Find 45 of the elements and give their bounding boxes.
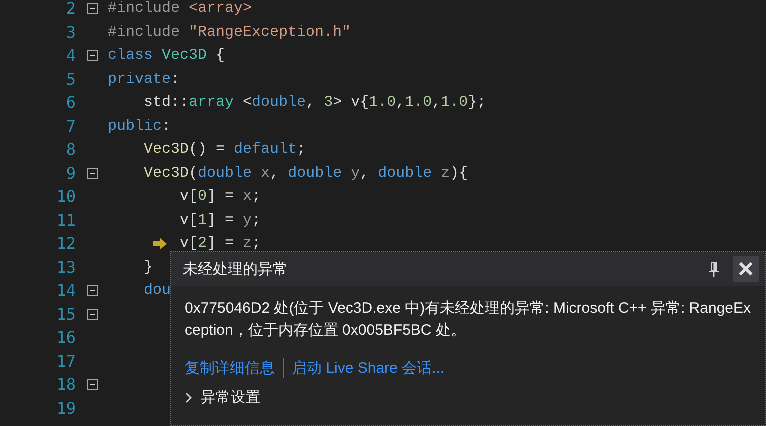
line-number: 13 xyxy=(56,258,76,277)
line-number: 9 xyxy=(65,164,76,183)
close-icon xyxy=(738,261,754,277)
exception-message: 0x775046D2 处(位于 Vec3D.exe 中)有未经处理的异常: Microsoft C++ 异常: RangeException，位于内存位置 0x005BF5BC 处。 xyxy=(185,299,751,341)
line-number: 14 xyxy=(56,281,76,300)
line-number: 4 xyxy=(65,46,76,66)
line-number: 6 xyxy=(65,93,76,112)
code-line: } xyxy=(143,258,154,276)
line-number: 12 xyxy=(56,234,76,254)
code-line: #include "RangeException.h" xyxy=(108,24,352,41)
collapse-icon[interactable] xyxy=(86,3,98,14)
link[interactable]: 复制详细信息 xyxy=(185,358,275,378)
popup-title: 未经处理的异常 xyxy=(183,260,289,278)
code-line: std::array <double, 3> v{1.0,1.0,1.0}; xyxy=(143,94,486,112)
code-line: dou xyxy=(143,282,172,300)
line-number: 11 xyxy=(56,210,76,230)
code-line: Vec3D() = default; xyxy=(143,141,306,158)
code-line: v[0] = x; xyxy=(179,188,262,206)
pin-icon[interactable] xyxy=(709,261,719,277)
line-number: 5 xyxy=(65,70,76,89)
line-number: 2 xyxy=(65,0,76,18)
line-number: 7 xyxy=(65,116,76,136)
line-number: 18 xyxy=(56,375,76,394)
code-line: v[1] = y; xyxy=(179,212,262,229)
link[interactable]: 启动 Live Share 会话... xyxy=(292,358,445,378)
close-button[interactable] xyxy=(733,256,759,282)
collapse-icon[interactable] xyxy=(86,50,98,62)
code-line: private: xyxy=(108,70,180,88)
exception-settings-toggle[interactable]: 异常设置 xyxy=(185,388,751,407)
line-number: 16 xyxy=(56,328,76,348)
collapse-icon[interactable] xyxy=(86,168,98,179)
code-line: Vec3D(double x, double y, double z){ xyxy=(143,164,468,182)
code-line: public: xyxy=(108,118,172,135)
line-number: 17 xyxy=(56,352,76,371)
collapse-icon[interactable] xyxy=(86,308,98,320)
collapse-icon[interactable] xyxy=(86,379,98,390)
line-number: 10 xyxy=(56,187,76,206)
line-number: 15 xyxy=(56,304,76,324)
line-number: 19 xyxy=(56,398,76,418)
code-line: v[2] = z; xyxy=(179,235,262,252)
line-number: 3 xyxy=(65,22,76,42)
line-number: 8 xyxy=(65,140,76,160)
code-line: #include <array> xyxy=(108,0,252,18)
code-line: class Vec3D { xyxy=(108,47,226,64)
collapse-icon[interactable] xyxy=(86,285,98,296)
